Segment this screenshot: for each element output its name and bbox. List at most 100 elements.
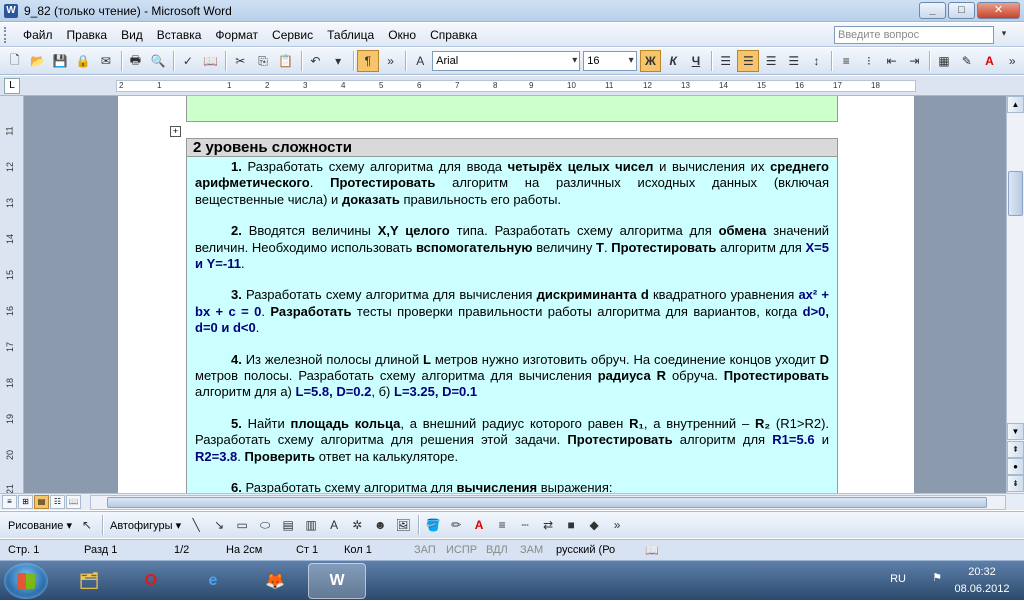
horizontal-scroll-thumb[interactable] xyxy=(107,497,987,508)
task-table[interactable]: 2 уровень сложности 1. Разработать схему… xyxy=(186,138,838,493)
insert-picture-icon[interactable]: 🖼 xyxy=(392,514,414,536)
vertical-scroll-thumb[interactable] xyxy=(1008,171,1023,216)
document-page[interactable]: + 2 уровень сложности 1. Разработать схе… xyxy=(118,96,914,493)
toolbar-grip[interactable] xyxy=(4,26,12,43)
scroll-down-icon[interactable]: ▼ xyxy=(1007,423,1024,440)
text-box-icon[interactable]: ▤ xyxy=(277,514,299,536)
input-language[interactable]: RU xyxy=(890,573,906,585)
clock-time[interactable]: 20:32 xyxy=(950,566,1014,578)
line-spacing-icon[interactable]: ↕ xyxy=(806,50,828,72)
toolbar-options-icon[interactable]: » xyxy=(380,50,402,72)
increase-indent-icon[interactable]: ⇥ xyxy=(904,50,926,72)
tray-flag-icon[interactable]: ⚑ xyxy=(932,571,942,584)
draw-font-color-icon[interactable]: A xyxy=(468,514,490,536)
vertical-ruler[interactable]: 11 12 13 14 15 16 17 18 19 20 21 xyxy=(0,96,24,494)
font-size-select[interactable]: 16 xyxy=(583,51,637,71)
next-page-icon[interactable]: ⇟ xyxy=(1007,475,1024,492)
drawbar-overflow-icon[interactable]: » xyxy=(606,514,628,536)
spelling-icon[interactable]: ✓ xyxy=(177,50,199,72)
font-name-select[interactable]: Arial xyxy=(432,51,581,71)
status-extend[interactable]: ВДЛ xyxy=(486,544,508,556)
numbering-icon[interactable]: ≡ xyxy=(835,50,857,72)
new-document-icon[interactable]: 🗋 xyxy=(4,50,26,72)
ie-taskbar-icon[interactable]: e xyxy=(184,563,242,599)
line-color-icon[interactable]: ✏ xyxy=(445,514,467,536)
menu-tools[interactable]: Сервис xyxy=(265,28,320,42)
styles-icon[interactable]: A xyxy=(409,50,431,72)
print-icon[interactable]: 🖶 xyxy=(125,50,147,72)
status-overtype[interactable]: ЗАМ xyxy=(520,544,543,556)
clip-art-icon[interactable]: ☻ xyxy=(369,514,391,536)
email-icon[interactable]: ✉ xyxy=(95,50,117,72)
menu-view[interactable]: Вид xyxy=(114,28,150,42)
arrow-style-icon[interactable]: ⇄ xyxy=(537,514,559,536)
explorer-taskbar-icon[interactable]: 🗂 xyxy=(60,563,118,599)
oval-icon[interactable]: ⬭ xyxy=(254,514,276,536)
spelling-status-icon[interactable]: 📖 xyxy=(645,544,659,557)
normal-view-icon[interactable]: ≡ xyxy=(2,495,17,509)
word-taskbar-icon[interactable]: W xyxy=(308,563,366,599)
vertical-text-box-icon[interactable]: ▥ xyxy=(300,514,322,536)
bullets-icon[interactable]: ⁝ xyxy=(858,50,880,72)
paste-icon[interactable]: 📋 xyxy=(275,50,297,72)
reading-view-icon[interactable]: 📖 xyxy=(66,495,81,509)
draw-menu-button[interactable]: Рисование ▾ xyxy=(4,519,76,532)
table-body[interactable]: 1. Разработать схему алгоритма для ввода… xyxy=(187,157,837,493)
previous-page-icon[interactable]: ⇞ xyxy=(1007,441,1024,458)
clock-date[interactable]: 08.06.2012 xyxy=(950,583,1014,595)
align-center-icon[interactable]: ☰ xyxy=(737,50,760,72)
bold-button[interactable]: Ж xyxy=(639,50,662,72)
italic-button[interactable]: К xyxy=(662,50,684,72)
dash-style-icon[interactable]: ┄ xyxy=(514,514,536,536)
diagram-icon[interactable]: ✲ xyxy=(346,514,368,536)
undo-dropdown-icon[interactable]: ▾ xyxy=(327,50,349,72)
table-move-handle-icon[interactable]: + xyxy=(170,126,181,137)
status-record[interactable]: ЗАП xyxy=(414,544,436,556)
save-icon[interactable]: 💾 xyxy=(49,50,71,72)
firefox-taskbar-icon[interactable]: 🦊 xyxy=(246,563,304,599)
underline-button[interactable]: Ч xyxy=(685,50,707,72)
horizontal-ruler[interactable]: 2 1 1 2 3 4 5 6 7 8 9 10 11 12 13 14 15 … xyxy=(116,80,916,92)
cut-icon[interactable]: ✂ xyxy=(229,50,251,72)
status-track-changes[interactable]: ИСПР xyxy=(446,544,477,556)
3d-style-icon[interactable]: ◆ xyxy=(583,514,605,536)
status-language[interactable]: русский (Ро xyxy=(556,544,615,556)
menu-table[interactable]: Таблица xyxy=(320,28,381,42)
close-button[interactable]: ✕ xyxy=(977,2,1020,19)
highlight-icon[interactable]: ✎ xyxy=(956,50,978,72)
outline-view-icon[interactable]: ☷ xyxy=(50,495,65,509)
menu-window[interactable]: Окно xyxy=(381,28,423,42)
justify-icon[interactable]: ☰ xyxy=(783,50,805,72)
permission-icon[interactable]: 🔒 xyxy=(72,50,94,72)
open-icon[interactable]: 📂 xyxy=(27,50,49,72)
arrow-icon[interactable]: ↘ xyxy=(208,514,230,536)
print-preview-icon[interactable]: 🔍 xyxy=(147,50,169,72)
ask-dropdown-icon[interactable]: ▾ xyxy=(998,28,1010,42)
word-app-icon[interactable]: W xyxy=(4,3,18,18)
toolbar-overflow-icon[interactable]: » xyxy=(1001,50,1023,72)
opera-taskbar-icon[interactable]: O xyxy=(122,563,180,599)
select-browse-object-icon[interactable]: ● xyxy=(1007,458,1024,475)
menu-insert[interactable]: Вставка xyxy=(150,28,209,42)
select-objects-icon[interactable]: ↖ xyxy=(76,514,98,536)
autoshapes-button[interactable]: Автофигуры ▾ xyxy=(106,519,185,532)
minimize-button[interactable]: _ xyxy=(919,2,946,19)
previous-table-cell[interactable] xyxy=(186,96,838,122)
research-icon[interactable]: 📖 xyxy=(200,50,222,72)
tab-selector[interactable]: L xyxy=(4,78,20,94)
wordart-icon[interactable]: A xyxy=(323,514,345,536)
horizontal-scrollbar[interactable] xyxy=(90,495,1006,510)
menu-help[interactable]: Справка xyxy=(423,28,484,42)
menu-file[interactable]: Файл xyxy=(16,28,60,42)
print-layout-icon[interactable]: ▤ xyxy=(34,495,49,509)
rectangle-icon[interactable]: ▭ xyxy=(231,514,253,536)
line-style-icon[interactable]: ≡ xyxy=(491,514,513,536)
maximize-button[interactable]: □ xyxy=(948,2,975,19)
font-color-icon[interactable]: A xyxy=(979,50,1001,72)
ask-question-input[interactable]: Введите вопрос xyxy=(834,26,994,44)
line-icon[interactable]: ╲ xyxy=(185,514,207,536)
undo-icon[interactable]: ↶ xyxy=(305,50,327,72)
fill-color-icon[interactable]: 🪣 xyxy=(422,514,444,536)
start-button[interactable] xyxy=(4,563,48,599)
copy-icon[interactable]: ⎘ xyxy=(252,50,274,72)
